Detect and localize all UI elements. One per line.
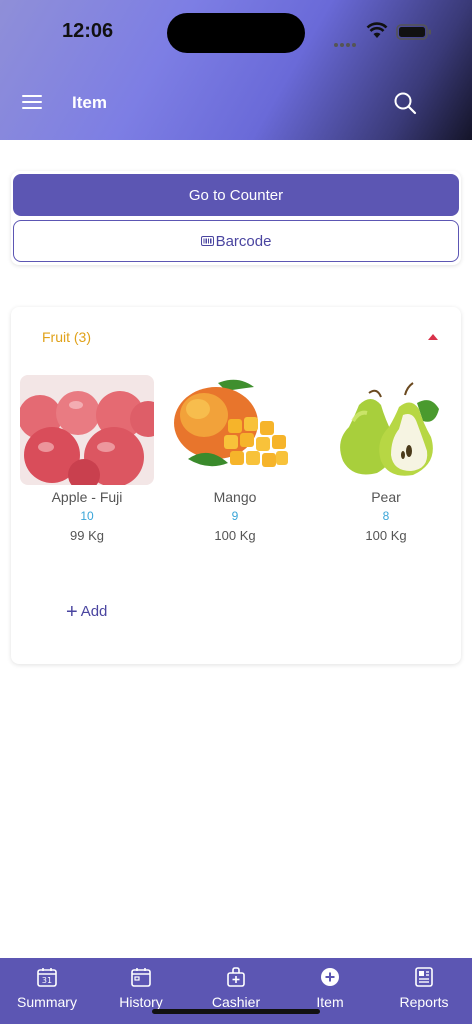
home-indicator (152, 1009, 320, 1014)
battery-icon (396, 24, 431, 40)
nav-item[interactable]: Item (284, 958, 376, 1024)
signal-icon (334, 34, 358, 52)
wifi-icon (366, 22, 388, 38)
mango-image (168, 375, 302, 485)
go-to-counter-button[interactable]: Go to Counter (13, 174, 459, 216)
nav-summary[interactable]: 31 Summary (0, 958, 94, 1024)
barcode-icon (200, 236, 214, 246)
actions-card: Go to Counter Barcode (11, 171, 461, 265)
app-header: 12:06 Item (0, 0, 472, 140)
pear-image (319, 375, 453, 485)
svg-text:31: 31 (42, 976, 52, 985)
search-icon[interactable] (392, 90, 418, 116)
add-item-button[interactable]: + Add (66, 600, 108, 623)
plus-circle-icon (321, 968, 339, 986)
menu-icon[interactable] (20, 90, 44, 114)
nav-label: Item (316, 994, 344, 1010)
item-card-apple[interactable]: Apple - Fuji 10 99 Kg (20, 375, 154, 545)
item-stock: 100 Kg (365, 528, 407, 543)
status-time: 12:06 (62, 20, 114, 42)
caret-up-icon[interactable] (428, 334, 438, 340)
calendar-icon: 31 (37, 968, 57, 987)
item-name: Mango (213, 489, 257, 505)
item-stock: 99 Kg (70, 528, 104, 543)
nav-label: Reports (399, 994, 449, 1010)
items-row: Apple - Fuji 10 99 Kg Mango 9 100 Kg Pea… (11, 375, 461, 555)
dynamic-island (167, 13, 305, 53)
item-name: Pear (371, 489, 401, 505)
item-qty: 10 (80, 509, 94, 523)
bottom-nav: 31 Summary History Cashier Item Reports (0, 958, 472, 1024)
item-qty: 9 (231, 509, 239, 523)
history-calendar-icon (131, 968, 151, 987)
nav-history[interactable]: History (94, 958, 188, 1024)
category-header[interactable]: Fruit (3) (11, 307, 461, 367)
go-to-counter-label: Go to Counter (188, 186, 284, 204)
apple-image (20, 375, 154, 485)
nav-reports[interactable]: Reports (376, 958, 472, 1024)
plus-icon: + (66, 600, 78, 623)
page-title: Item (72, 93, 107, 112)
item-card-pear[interactable]: Pear 8 100 Kg (319, 375, 453, 545)
nav-label: Cashier (211, 994, 261, 1010)
report-icon (415, 967, 433, 987)
nav-cashier[interactable]: Cashier (188, 958, 284, 1024)
barcode-label: Barcode (215, 232, 272, 250)
nav-label: History (119, 994, 163, 1010)
category-title: Fruit (3) (42, 329, 91, 345)
add-item-label: Add (80, 603, 108, 620)
cash-register-icon (227, 967, 245, 987)
item-qty: 8 (382, 509, 390, 523)
category-card: Fruit (3) Apple - Fuji 10 99 Kg Mango 9 … (11, 307, 461, 664)
item-stock: 100 Kg (214, 528, 256, 543)
item-card-mango[interactable]: Mango 9 100 Kg (168, 375, 302, 545)
status-bar: 12:06 (0, 0, 472, 60)
barcode-button[interactable]: Barcode (13, 220, 459, 262)
nav-label: Summary (17, 994, 77, 1010)
item-name: Apple - Fuji (51, 489, 123, 505)
